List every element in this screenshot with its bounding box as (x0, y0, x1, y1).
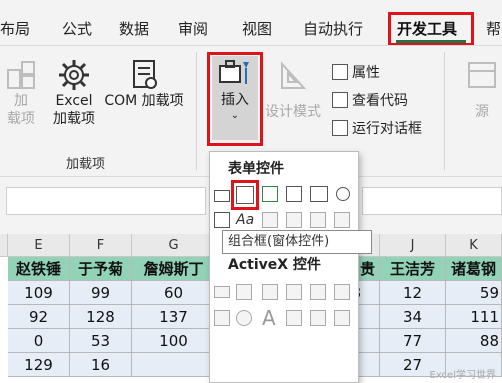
table-cell[interactable]: 0 (8, 329, 70, 353)
table-cell[interactable]: 53 (70, 329, 132, 353)
form-controls-heading: 表单控件 (228, 161, 284, 177)
name-box[interactable] (6, 187, 206, 215)
activex-button-icon[interactable] (214, 286, 230, 298)
highlight-box-developer-tab (388, 12, 474, 46)
activex-scroll-bar-icon[interactable] (334, 284, 350, 300)
column-header-g[interactable]: G (132, 234, 216, 257)
option-button-control-icon[interactable] (336, 187, 350, 201)
table-cell[interactable]: 99 (70, 281, 132, 305)
tab-layout[interactable]: 布局 (0, 18, 30, 39)
design-mode-icon (281, 61, 307, 89)
source-icon (468, 62, 496, 88)
run-dialog-button[interactable]: 运行对话框 (332, 118, 422, 138)
table-cell[interactable]: 12 (380, 281, 446, 305)
highlight-box-insert (207, 52, 263, 146)
design-mode-label: 设计模式 (265, 104, 321, 120)
table-cell[interactable]: 88 (446, 329, 502, 353)
activex-label-icon[interactable]: A (262, 306, 276, 330)
properties-label: 属性 (352, 65, 380, 81)
highlight-box-combo-box (231, 180, 259, 210)
activex-heading: ActiveX 控件 (228, 257, 321, 273)
table-cell[interactable]: 92 (8, 305, 70, 329)
tab-help[interactable]: 帮 (486, 18, 501, 39)
tab-formulas[interactable]: 公式 (62, 18, 92, 39)
table-header-cell[interactable]: 詹姆斯丁 (132, 257, 216, 281)
activex-text-box-icon[interactable] (310, 284, 326, 300)
table-cell[interactable]: 60 (132, 281, 216, 305)
activex-checkbox-icon[interactable] (262, 284, 278, 300)
scroll-bar-control-icon[interactable] (262, 212, 278, 228)
table-header-cell[interactable]: 于予菊 (70, 257, 132, 281)
activex-combo-box-icon[interactable] (236, 284, 252, 300)
table-cell[interactable] (132, 353, 216, 377)
group-separator (444, 52, 445, 170)
column-header-f[interactable]: F (70, 234, 132, 257)
design-mode-button[interactable]: 设计模式 (260, 58, 326, 132)
com-addin-icon (133, 60, 157, 89)
table-header-cell[interactable]: 王洁芳 (380, 257, 446, 281)
activex-toggle-button-icon[interactable] (310, 310, 326, 326)
properties-button[interactable]: 属性 (332, 62, 380, 82)
table-cell[interactable]: 77 (380, 329, 446, 353)
table-cell[interactable]: 129 (8, 353, 70, 377)
table-cell[interactable]: 34 (380, 305, 446, 329)
ribbon-tab-bar: 布局 公式 数据 审阅 视图 自动执行 开发工具 帮 (0, 0, 502, 46)
checkbox-control-icon[interactable] (262, 186, 278, 202)
run-dialog-icon (332, 120, 348, 136)
label-control-icon[interactable]: Aa (236, 212, 254, 228)
run-dialog-label: 运行对话框 (352, 121, 422, 137)
view-code-icon (332, 92, 348, 108)
column-header-k[interactable]: K (446, 234, 502, 257)
source-label: 源 (475, 104, 489, 120)
activex-spin-button-icon[interactable] (214, 310, 230, 326)
table-header-cell[interactable]: 诸葛钢 (446, 257, 502, 281)
table-header-cell[interactable]: 赵铁锤 (8, 257, 70, 281)
addin-label: 加 载项 (7, 93, 35, 127)
insert-controls-dropdown: 表单控件 Aa ActiveX 控件 A (209, 151, 359, 383)
activex-option-button-icon[interactable] (236, 310, 252, 326)
table-cell[interactable]: 128 (70, 305, 132, 329)
table-cell[interactable]: 111 (446, 305, 502, 329)
properties-icon (332, 64, 348, 80)
com-addins-button[interactable]: COM 加载项 (100, 58, 188, 110)
watermark: Excel学习世界 (429, 370, 497, 381)
view-code-label: 查看代码 (352, 93, 408, 109)
tab-view[interactable]: 视图 (242, 18, 272, 39)
tab-review[interactable]: 审阅 (178, 18, 208, 39)
com-addins-label: COM 加载项 (104, 93, 184, 109)
combo-list-control-icon[interactable] (310, 212, 326, 228)
tab-data[interactable]: 数据 (119, 18, 149, 39)
combo-dropdown-control-icon[interactable] (334, 212, 350, 228)
list-box-control-icon[interactable] (310, 186, 328, 202)
column-header-j[interactable]: J (380, 234, 446, 257)
formula-input[interactable] (362, 187, 502, 215)
activex-list-box-icon[interactable] (286, 284, 302, 300)
addins-group-label: 加载项 (66, 157, 106, 172)
spin-button-control-icon[interactable] (286, 186, 302, 202)
combo-box-tooltip: 组合框(窗体控件) (222, 230, 372, 254)
activex-image-icon[interactable] (286, 310, 302, 326)
addin-button[interactable]: 加 载项 (2, 58, 40, 128)
row-header-corner (0, 234, 8, 257)
table-cell[interactable]: 137 (132, 305, 216, 329)
table-cell[interactable]: 59 (446, 281, 502, 305)
column-header-e[interactable]: E (8, 234, 70, 257)
excel-addins-label: Excel 加载项 (53, 93, 95, 127)
excel-addins-button[interactable]: Excel 加载项 (46, 58, 102, 128)
button-control-icon[interactable] (214, 190, 230, 202)
group-box-control-icon[interactable] (214, 212, 230, 228)
addin-icon (7, 61, 35, 89)
table-cell[interactable]: 100 (132, 329, 216, 353)
activex-more-controls-icon[interactable] (334, 310, 350, 326)
table-cell[interactable]: 109 (8, 281, 70, 305)
gear-icon (59, 60, 89, 90)
table-cell[interactable]: 16 (70, 353, 132, 377)
view-code-button[interactable]: 查看代码 (332, 90, 408, 110)
group-separator (196, 52, 197, 170)
source-button[interactable]: 源 (462, 58, 502, 132)
text-field-control-icon[interactable] (286, 212, 302, 228)
tab-automate[interactable]: 自动执行 (303, 18, 363, 39)
